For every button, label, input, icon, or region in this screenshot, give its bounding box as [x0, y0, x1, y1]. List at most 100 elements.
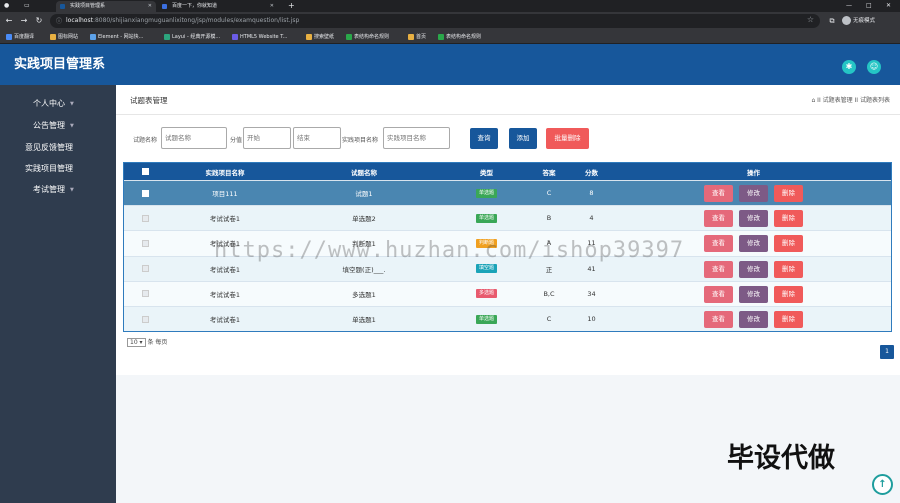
- sidebar-item-notice[interactable]: 公告管理 ▼: [0, 115, 116, 137]
- sidebar-item-label: 考试管理: [33, 185, 65, 194]
- bookmark-icon: [6, 34, 12, 40]
- chevron-down-icon: ▼: [70, 123, 74, 129]
- page-size-select[interactable]: 10 ▾: [127, 338, 146, 347]
- edit-button[interactable]: 修改: [739, 310, 768, 328]
- type-badge: 单选题: [475, 314, 497, 324]
- close-window-button[interactable]: ✕: [886, 0, 891, 12]
- bookmark-item[interactable]: Element - 网站快...: [90, 30, 143, 44]
- view-button[interactable]: 查看: [704, 185, 733, 202]
- chevron-down-icon: ▼: [70, 187, 74, 193]
- view-button[interactable]: 查看: [704, 235, 733, 253]
- settings-icon[interactable]: ✱: [842, 60, 856, 74]
- tab-list-icon[interactable]: ▭: [24, 0, 30, 12]
- row-checkbox[interactable]: [141, 265, 149, 273]
- reload-icon[interactable]: ↻: [33, 15, 45, 27]
- column-header[interactable]: 实践项目名称: [166, 163, 284, 180]
- edit-button[interactable]: 修改: [739, 210, 768, 228]
- browser-tab-bar: ● ▭ 实践项目管理系 ✕ 百度一下，你就知道 ✕ + — □ ✕: [0, 0, 900, 12]
- bookmark-star-icon[interactable]: ☆: [807, 15, 814, 24]
- batch-delete-button[interactable]: 批量删除: [546, 128, 589, 149]
- sidebar: 个人中心 ▼ 公告管理 ▼ 意见反馈管理 实践项目管理 考试管理 ▼: [0, 85, 116, 503]
- delete-button[interactable]: 删除: [774, 185, 803, 202]
- row-checkbox[interactable]: [141, 290, 149, 298]
- edit-button[interactable]: 修改: [739, 235, 768, 253]
- question-name-cell: 多选题1: [352, 290, 376, 299]
- column-header[interactable]: 答案: [529, 163, 569, 180]
- bookmark-item[interactable]: 搜索壁纸: [306, 30, 334, 44]
- column-header[interactable]: 类型: [444, 163, 529, 180]
- project-name-cell: 考试试卷1: [209, 215, 241, 224]
- bookmark-item[interactable]: HTML5 Website T...: [232, 30, 287, 44]
- chevron-down-icon: ▼: [70, 101, 74, 107]
- table-row[interactable]: 项目111 试题1 单选题 C 8 查看 修改 删除: [124, 180, 891, 206]
- delete-button[interactable]: 删除: [774, 310, 803, 328]
- score-from-input[interactable]: [243, 127, 291, 149]
- sidebar-item-personal-center[interactable]: 个人中心 ▼: [0, 93, 116, 115]
- score-to-input[interactable]: [293, 127, 341, 149]
- name-filter-input[interactable]: [161, 127, 227, 149]
- row-select-cell: [124, 231, 166, 255]
- forward-icon[interactable]: →: [18, 15, 30, 27]
- question-name-cell: 单选题2: [352, 215, 376, 224]
- maximize-button[interactable]: □: [866, 0, 872, 12]
- scroll-to-top-button[interactable]: ↑: [872, 474, 893, 495]
- search-button[interactable]: 查询: [470, 128, 498, 149]
- row-select-cell: [124, 257, 166, 281]
- sidebar-item-label: 实践项目管理: [25, 164, 73, 173]
- close-tab-icon[interactable]: ✕: [270, 1, 274, 12]
- arrow-up-icon: ↑: [878, 479, 887, 490]
- column-header[interactable]: 试题名称: [284, 163, 444, 180]
- bookmark-item[interactable]: Layui - 经典开源模...: [164, 30, 220, 44]
- page-button-current[interactable]: 1: [880, 345, 894, 359]
- bookmark-item[interactable]: 百度翻译: [6, 30, 34, 44]
- close-tab-icon[interactable]: ✕: [148, 1, 152, 12]
- edit-button[interactable]: 修改: [739, 285, 768, 303]
- select-all-cell: [124, 163, 166, 180]
- sidebar-item-exam[interactable]: 考试管理 ▼: [0, 179, 116, 201]
- view-button[interactable]: 查看: [704, 310, 733, 328]
- delete-button[interactable]: 删除: [774, 210, 803, 228]
- row-checkbox[interactable]: [141, 189, 149, 197]
- user-icon[interactable]: ☺: [867, 60, 881, 74]
- back-icon[interactable]: ←: [3, 15, 15, 27]
- window-menu-icon[interactable]: ●: [4, 0, 9, 12]
- row-checkbox[interactable]: [141, 214, 149, 222]
- table-header: 实践项目名称 试题名称 类型 答案 分数 操作: [124, 163, 891, 180]
- select-all-checkbox[interactable]: [141, 168, 149, 175]
- view-button[interactable]: 查看: [704, 285, 733, 303]
- minimize-button[interactable]: —: [846, 0, 852, 12]
- view-button[interactable]: 查看: [704, 260, 733, 278]
- extensions-icon[interactable]: ⧉: [826, 15, 838, 27]
- row-checkbox[interactable]: [141, 315, 149, 323]
- tab-favicon-icon: [60, 4, 65, 9]
- delete-button[interactable]: 删除: [774, 235, 803, 253]
- edit-button[interactable]: 修改: [739, 260, 768, 278]
- folder-icon: [306, 34, 312, 40]
- add-button[interactable]: 添加: [509, 128, 537, 149]
- bookmark-item[interactable]: 表结构命名规则: [438, 30, 481, 44]
- bookmark-item[interactable]: 首页: [408, 30, 426, 44]
- edit-button[interactable]: 修改: [739, 185, 768, 202]
- url-input[interactable]: ⓘ localhost:8080/shijianxiangmuguanlixit…: [50, 14, 820, 28]
- new-tab-button[interactable]: +: [288, 0, 295, 12]
- delete-button[interactable]: 删除: [774, 260, 803, 278]
- column-header[interactable]: 分数: [569, 163, 614, 180]
- bookmark-item[interactable]: 表结构命名规则: [346, 30, 389, 44]
- breadcrumb: ⌂ II 试题表管理 II 试题表列表: [811, 97, 890, 104]
- bookmark-item[interactable]: 图标网站: [50, 30, 78, 44]
- answer-cell: B,C: [543, 289, 555, 298]
- sidebar-item-feedback[interactable]: 意见反馈管理: [0, 137, 116, 159]
- browser-tab-active[interactable]: 实践项目管理系 ✕: [56, 1, 156, 12]
- table-row[interactable]: 考试试卷1 多选题1 多选题 B,C 34 查看 修改 删除: [124, 280, 891, 306]
- view-button[interactable]: 查看: [704, 210, 733, 228]
- browser-tab[interactable]: 百度一下，你就知道 ✕: [158, 1, 278, 12]
- delete-button[interactable]: 删除: [774, 285, 803, 303]
- table-row[interactable]: 考试试卷1 单选题2 单选题 B 4 查看 修改 删除: [124, 205, 891, 231]
- info-icon[interactable]: ⓘ: [56, 16, 62, 25]
- row-checkbox[interactable]: [141, 239, 149, 247]
- project-filter-input[interactable]: [383, 127, 450, 149]
- table-row[interactable]: 考试试卷1 单选题1 单选题 C 10 查看 修改 删除: [124, 305, 891, 332]
- sidebar-item-project[interactable]: 实践项目管理: [0, 158, 116, 180]
- profile-button[interactable]: 无痕模式: [842, 16, 875, 25]
- tab-title: 实践项目管理系: [70, 3, 106, 9]
